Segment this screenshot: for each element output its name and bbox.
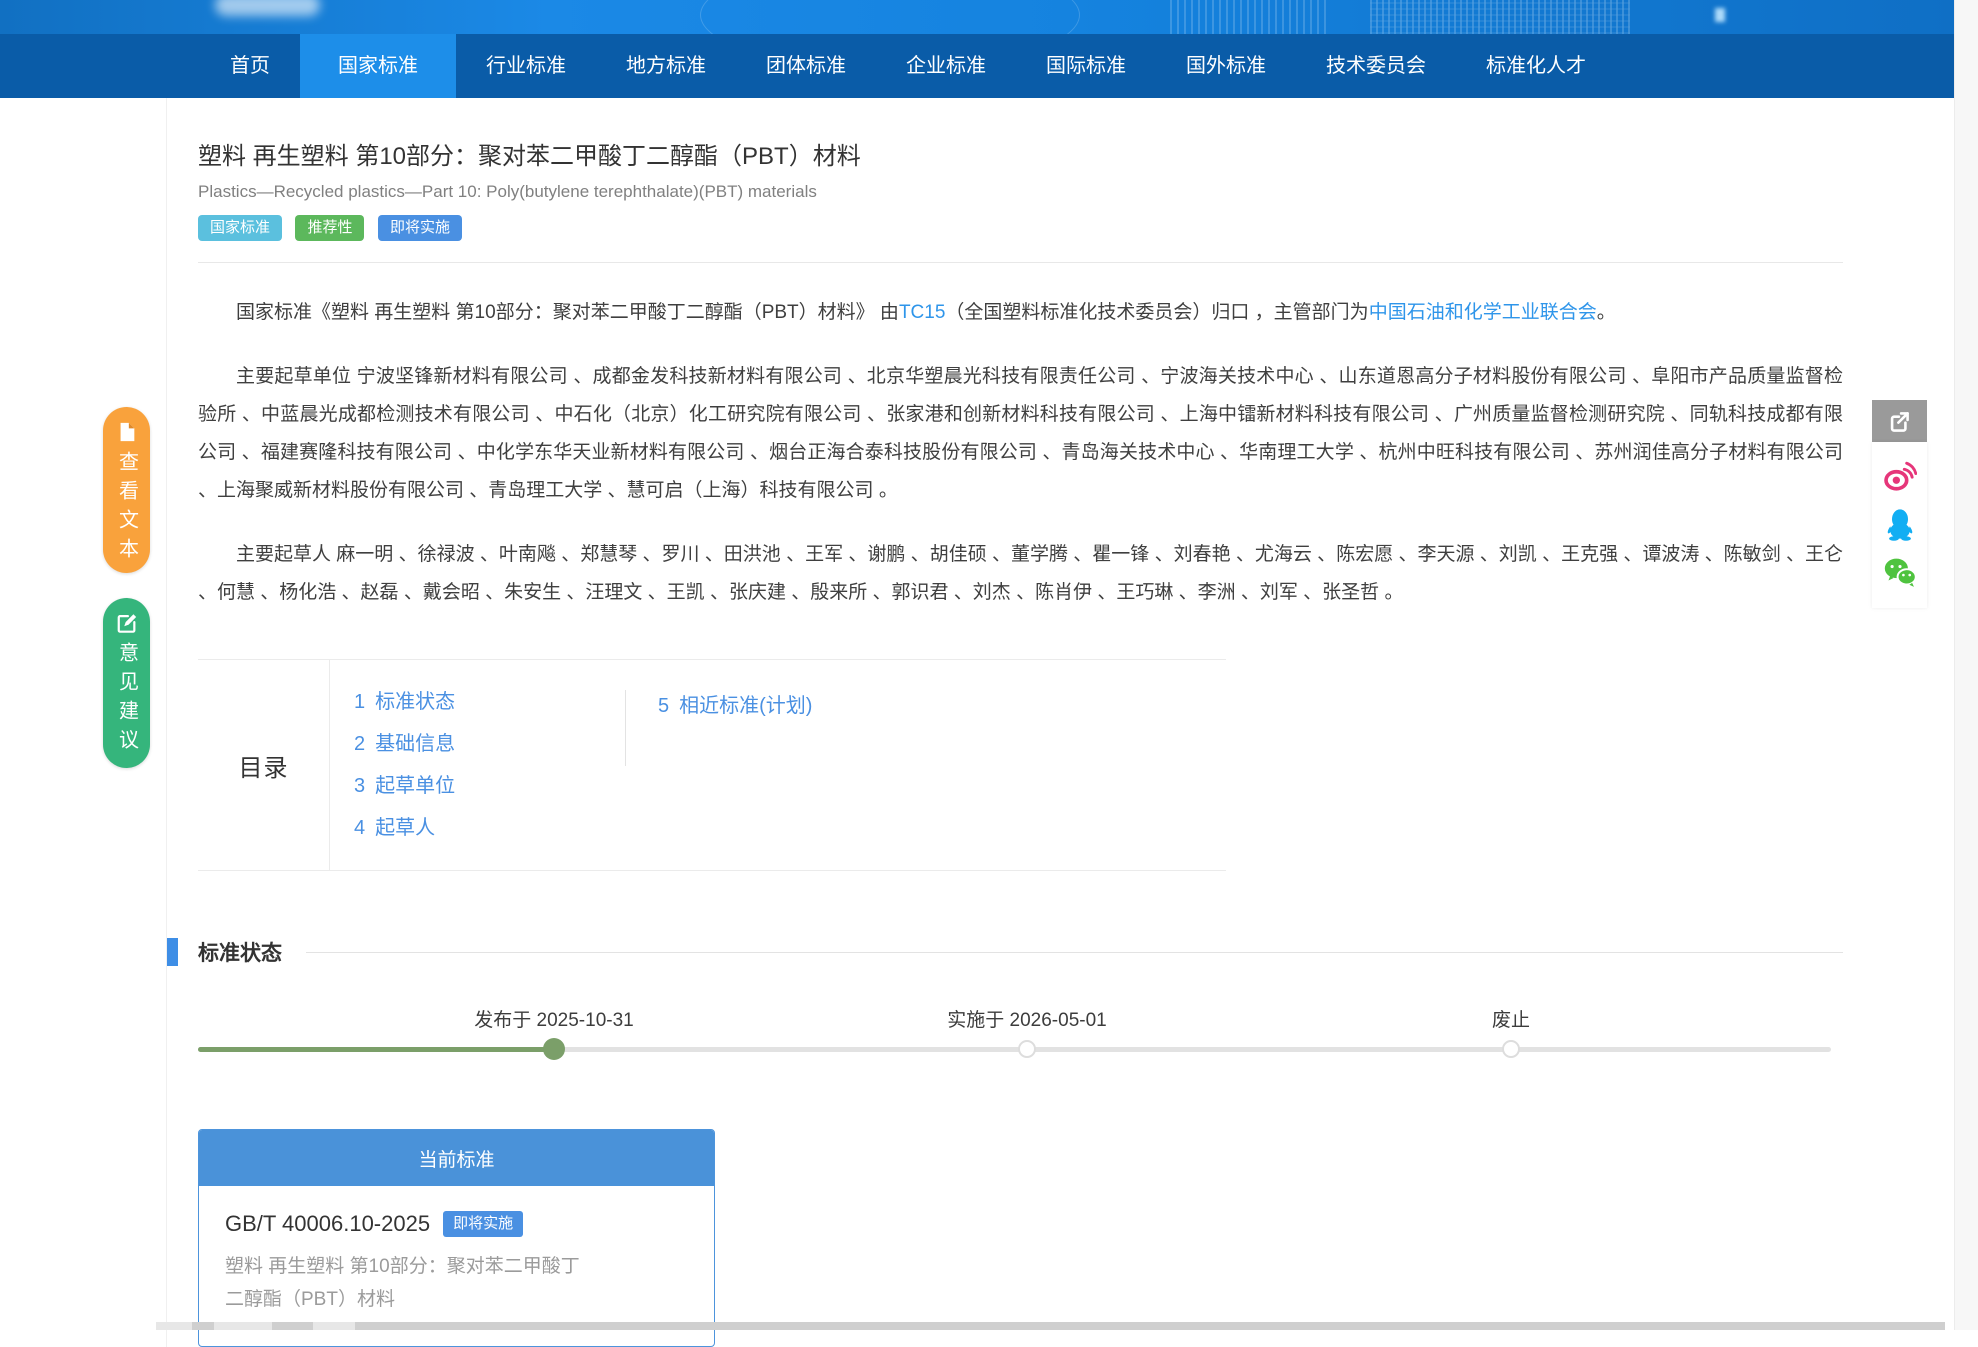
badge-recommended: 推荐性 xyxy=(295,215,364,241)
toc-label: 起草单位 xyxy=(375,775,455,797)
nav-item-enterprise-standards[interactable]: 企业标准 xyxy=(876,34,1016,98)
toc-num: 5 xyxy=(658,695,669,717)
page-title-english: Plastics—Recycled plastics—Part 10: Poly… xyxy=(198,182,1843,202)
toc-label: 相近标准(计划) xyxy=(679,695,812,717)
nav-item-national-standards[interactable]: 国家标准 xyxy=(300,34,456,98)
banner-glow-decoration xyxy=(215,0,320,16)
status-section-header: 标准状态 xyxy=(167,937,1843,967)
toc-num: 1 xyxy=(354,691,365,713)
banner-arc-decoration xyxy=(700,0,1080,34)
nav-item-home[interactable]: 首页 xyxy=(200,34,300,98)
qq-icon[interactable] xyxy=(1883,507,1917,541)
badge-upcoming: 即将实施 xyxy=(378,215,462,241)
intro-text-1: 国家标准《塑料 再生塑料 第10部分：聚对苯二甲酸丁二醇酯（PBT）材料》 由 xyxy=(236,302,899,323)
top-banner xyxy=(0,0,1954,34)
status-section-title: 标准状态 xyxy=(198,937,282,967)
banner-circuit-decoration-2 xyxy=(1370,0,1630,34)
milestone-published-label: 发布于 2025-10-31 xyxy=(474,1005,633,1032)
view-text-label: 查看文本 xyxy=(116,451,138,567)
banner-circuit-decoration xyxy=(1170,0,1330,34)
toc-num: 3 xyxy=(354,775,365,797)
milestone-published-dot xyxy=(543,1038,565,1060)
status-timeline: 发布于 2025-10-31 实施于 2026-05-01 废止 xyxy=(198,1005,1843,1077)
section-marker xyxy=(167,938,178,966)
toc-column-1: 1 标准状态 2 基础信息 3 起草单位 4 起草人 xyxy=(330,660,625,870)
standard-code[interactable]: GB/T 40006.10-2025 xyxy=(225,1211,430,1237)
weibo-icon[interactable] xyxy=(1883,459,1917,493)
nav-item-standardization-talent[interactable]: 标准化人才 xyxy=(1456,34,1616,98)
share-platforms xyxy=(1872,442,1927,608)
milestone-abolished-dot xyxy=(1502,1040,1520,1058)
bottom-scroll-strip[interactable] xyxy=(156,1322,1945,1330)
section-header-line xyxy=(306,952,1843,953)
divider xyxy=(198,262,1843,263)
intro-text-2: （全国塑料标准化技术委员会）归口 ，主管部门为 xyxy=(945,302,1368,323)
toc-title: 目录 xyxy=(198,660,330,870)
wechat-icon[interactable] xyxy=(1883,555,1917,589)
toc-link-similar-standards[interactable]: 5 相近标准(计划) xyxy=(658,694,812,718)
toc-column-2: 5 相近标准(计划) xyxy=(625,690,812,766)
page-scrollbar-gutter[interactable] xyxy=(1954,0,1978,1330)
table-of-contents: 目录 1 标准状态 2 基础信息 3 起草单位 4 起草人 5 相近标准(计划) xyxy=(198,659,1226,871)
standard-description: 塑料 再生塑料 第10部分：聚对苯二甲酸丁二醇酯（PBT）材料 xyxy=(225,1250,595,1316)
strip-segment xyxy=(156,1322,192,1330)
toc-link-drafters[interactable]: 4 起草人 xyxy=(354,816,625,840)
toc-num: 4 xyxy=(354,817,365,839)
edit-icon xyxy=(116,612,138,634)
timeline-progress xyxy=(198,1047,554,1052)
toc-link-drafting-units[interactable]: 3 起草单位 xyxy=(354,774,625,798)
document-icon xyxy=(116,421,138,443)
badge-national-standard: 国家标准 xyxy=(198,215,282,241)
milestone-implemented-label: 实施于 2026-05-01 xyxy=(947,1005,1106,1032)
strip-segment xyxy=(313,1322,355,1330)
current-standard-header: 当前标准 xyxy=(199,1130,714,1186)
tc15-link[interactable]: TC15 xyxy=(899,302,945,323)
toc-link-basic-info[interactable]: 2 基础信息 xyxy=(354,732,625,756)
page-title: 塑料 再生塑料 第10部分：聚对苯二甲酸丁二醇酯（PBT）材料 xyxy=(198,140,1843,174)
nav-item-local-standards[interactable]: 地方标准 xyxy=(596,34,736,98)
nav-item-group-standards[interactable]: 团体标准 xyxy=(736,34,876,98)
nav-item-industry-standards[interactable]: 行业标准 xyxy=(456,34,596,98)
nav-item-foreign-standards[interactable]: 国外标准 xyxy=(1156,34,1296,98)
drafting-units-paragraph: 主要起草单位 宁波坚锋新材料有限公司 、成都金发科技新材料有限公司 、北京华塑晨… xyxy=(198,358,1843,510)
nav-item-technical-committee[interactable]: 技术委员会 xyxy=(1296,34,1456,98)
toc-num: 2 xyxy=(354,733,365,755)
share-icon[interactable] xyxy=(1872,400,1927,442)
toc-label: 基础信息 xyxy=(375,733,455,755)
view-text-button[interactable]: 查看文本 xyxy=(103,407,150,573)
milestone-abolished-label: 废止 xyxy=(1492,1005,1530,1032)
nav-item-international-standards[interactable]: 国际标准 xyxy=(1016,34,1156,98)
feedback-button[interactable]: 意见建议 xyxy=(103,598,150,768)
banner-light-decoration xyxy=(1715,8,1725,22)
feedback-label: 意见建议 xyxy=(116,642,138,758)
intro-text-3: 。 xyxy=(1597,302,1616,323)
intro-paragraph: 国家标准《塑料 再生塑料 第10部分：聚对苯二甲酸丁二醇酯（PBT）材料》 由T… xyxy=(198,294,1843,332)
toc-label: 起草人 xyxy=(375,817,435,839)
toc-link-status[interactable]: 1 标准状态 xyxy=(354,690,625,714)
current-standard-card: 当前标准 GB/T 40006.10-2025 即将实施 塑料 再生塑料 第10… xyxy=(198,1129,715,1347)
badge-row: 国家标准 推荐性 即将实施 xyxy=(198,215,1843,241)
main-content: 塑料 再生塑料 第10部分：聚对苯二甲酸丁二醇酯（PBT）材料 Plastics… xyxy=(166,98,1871,1347)
milestone-implemented-dot xyxy=(1018,1040,1036,1058)
ministry-link[interactable]: 中国石油和化学工业联合会 xyxy=(1369,302,1597,323)
main-nav: 首页 国家标准 行业标准 地方标准 团体标准 企业标准 国际标准 国外标准 技术… xyxy=(0,34,1954,98)
toc-label: 标准状态 xyxy=(375,691,455,713)
drafters-paragraph: 主要起草人 麻一明 、徐禄波 、叶南飚 、郑慧琴 、罗川 、田洪池 、王军 、谢… xyxy=(198,536,1843,612)
strip-segment xyxy=(214,1322,272,1330)
share-bar xyxy=(1872,400,1927,608)
standard-status-badge: 即将实施 xyxy=(443,1211,523,1237)
